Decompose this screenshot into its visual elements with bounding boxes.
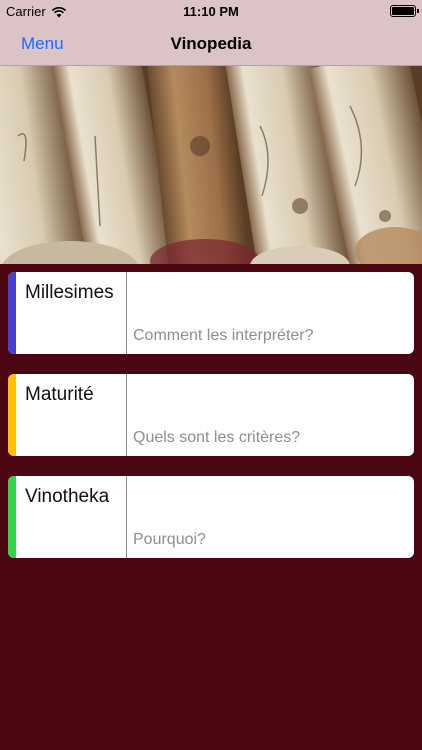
card-divider: [126, 374, 127, 456]
card-accent-bar: [8, 374, 16, 456]
card-subtitle: Pourquoi?: [133, 531, 206, 548]
card-accent-bar: [8, 272, 16, 354]
topic-list: Millesimes Comment les interpréter? Matu…: [8, 272, 414, 578]
card-maturite[interactable]: Maturité Quels sont les critères?: [8, 374, 414, 456]
card-title: Vinotheka: [25, 486, 110, 507]
card-divider: [126, 476, 127, 558]
navigation-bar: Menu Vinopedia: [0, 22, 422, 66]
card-millesimes[interactable]: Millesimes Comment les interpréter?: [8, 272, 414, 354]
card-title: Maturité: [25, 384, 94, 405]
page-title: Vinopedia: [170, 34, 252, 53]
card-subtitle: Quels sont les critères?: [133, 429, 301, 446]
card-divider: [126, 272, 127, 354]
card-subtitle: Comment les interpréter?: [133, 327, 314, 344]
card-title: Millesimes: [25, 282, 114, 303]
hero-wine-corks-image: [0, 66, 422, 264]
card-vinotheka[interactable]: Vinotheka Pourquoi?: [8, 476, 414, 558]
card-accent-bar: [8, 476, 16, 558]
status-time: 11:10 PM: [183, 4, 239, 19]
battery-icon: [390, 5, 419, 17]
status-bar: Carrier 11:10 PM: [0, 0, 422, 22]
